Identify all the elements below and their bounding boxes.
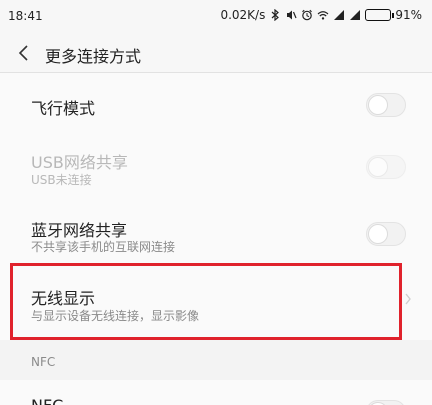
back-arrow-icon[interactable] <box>14 42 36 64</box>
page-title: 更多连接方式 <box>45 47 142 66</box>
bt-tether-toggle[interactable] <box>366 222 406 246</box>
usb-tether-row[interactable]: USB网络共享 USB未连接 <box>0 135 432 200</box>
usb-tether-toggle[interactable] <box>366 155 406 179</box>
nfc-section-label: NFC <box>31 355 56 369</box>
battery-icon <box>365 9 395 21</box>
status-time: 18:41 <box>8 9 43 23</box>
nfc-section-header: NFC <box>0 340 432 380</box>
settings-screen: 18:41 0.02K/s 91% 更多连接方式 飞行模式 USB网络共享 US… <box>0 0 432 405</box>
wifi-icon <box>317 11 329 20</box>
airplane-mode-row[interactable]: 飞行模式 <box>0 73 432 135</box>
nfc-row[interactable]: NFC <box>0 380 432 405</box>
airplane-mode-title: 飞行模式 <box>31 99 96 118</box>
highlight-box <box>10 263 402 340</box>
usb-tether-title: USB网络共享 <box>31 153 128 172</box>
network-speed: 0.02K/s <box>220 8 266 22</box>
toggle-knob <box>368 157 388 177</box>
bt-tether-row[interactable]: 蓝牙网络共享 不共享该手机的互联网连接 <box>0 200 432 265</box>
nfc-toggle[interactable] <box>366 400 406 405</box>
mute-icon <box>287 10 297 20</box>
status-bar: 18:41 0.02K/s 91% <box>0 0 432 34</box>
nfc-title: NFC <box>31 396 63 405</box>
bluetooth-icon <box>271 9 280 21</box>
airplane-mode-toggle[interactable] <box>366 93 406 117</box>
battery-percent: 91% <box>395 8 422 22</box>
toggle-knob <box>368 95 388 115</box>
status-icons: 0.02K/s 91% <box>220 8 422 22</box>
page-header: 更多连接方式 <box>0 34 432 72</box>
chevron-right-icon <box>405 293 411 305</box>
signal-icon <box>350 10 361 20</box>
toggle-knob <box>368 224 388 244</box>
usb-tether-subtitle: USB未连接 <box>31 173 92 187</box>
alarm-icon <box>302 9 313 21</box>
bt-tether-subtitle: 不共享该手机的互联网连接 <box>31 240 176 254</box>
signal-icon <box>334 10 345 20</box>
